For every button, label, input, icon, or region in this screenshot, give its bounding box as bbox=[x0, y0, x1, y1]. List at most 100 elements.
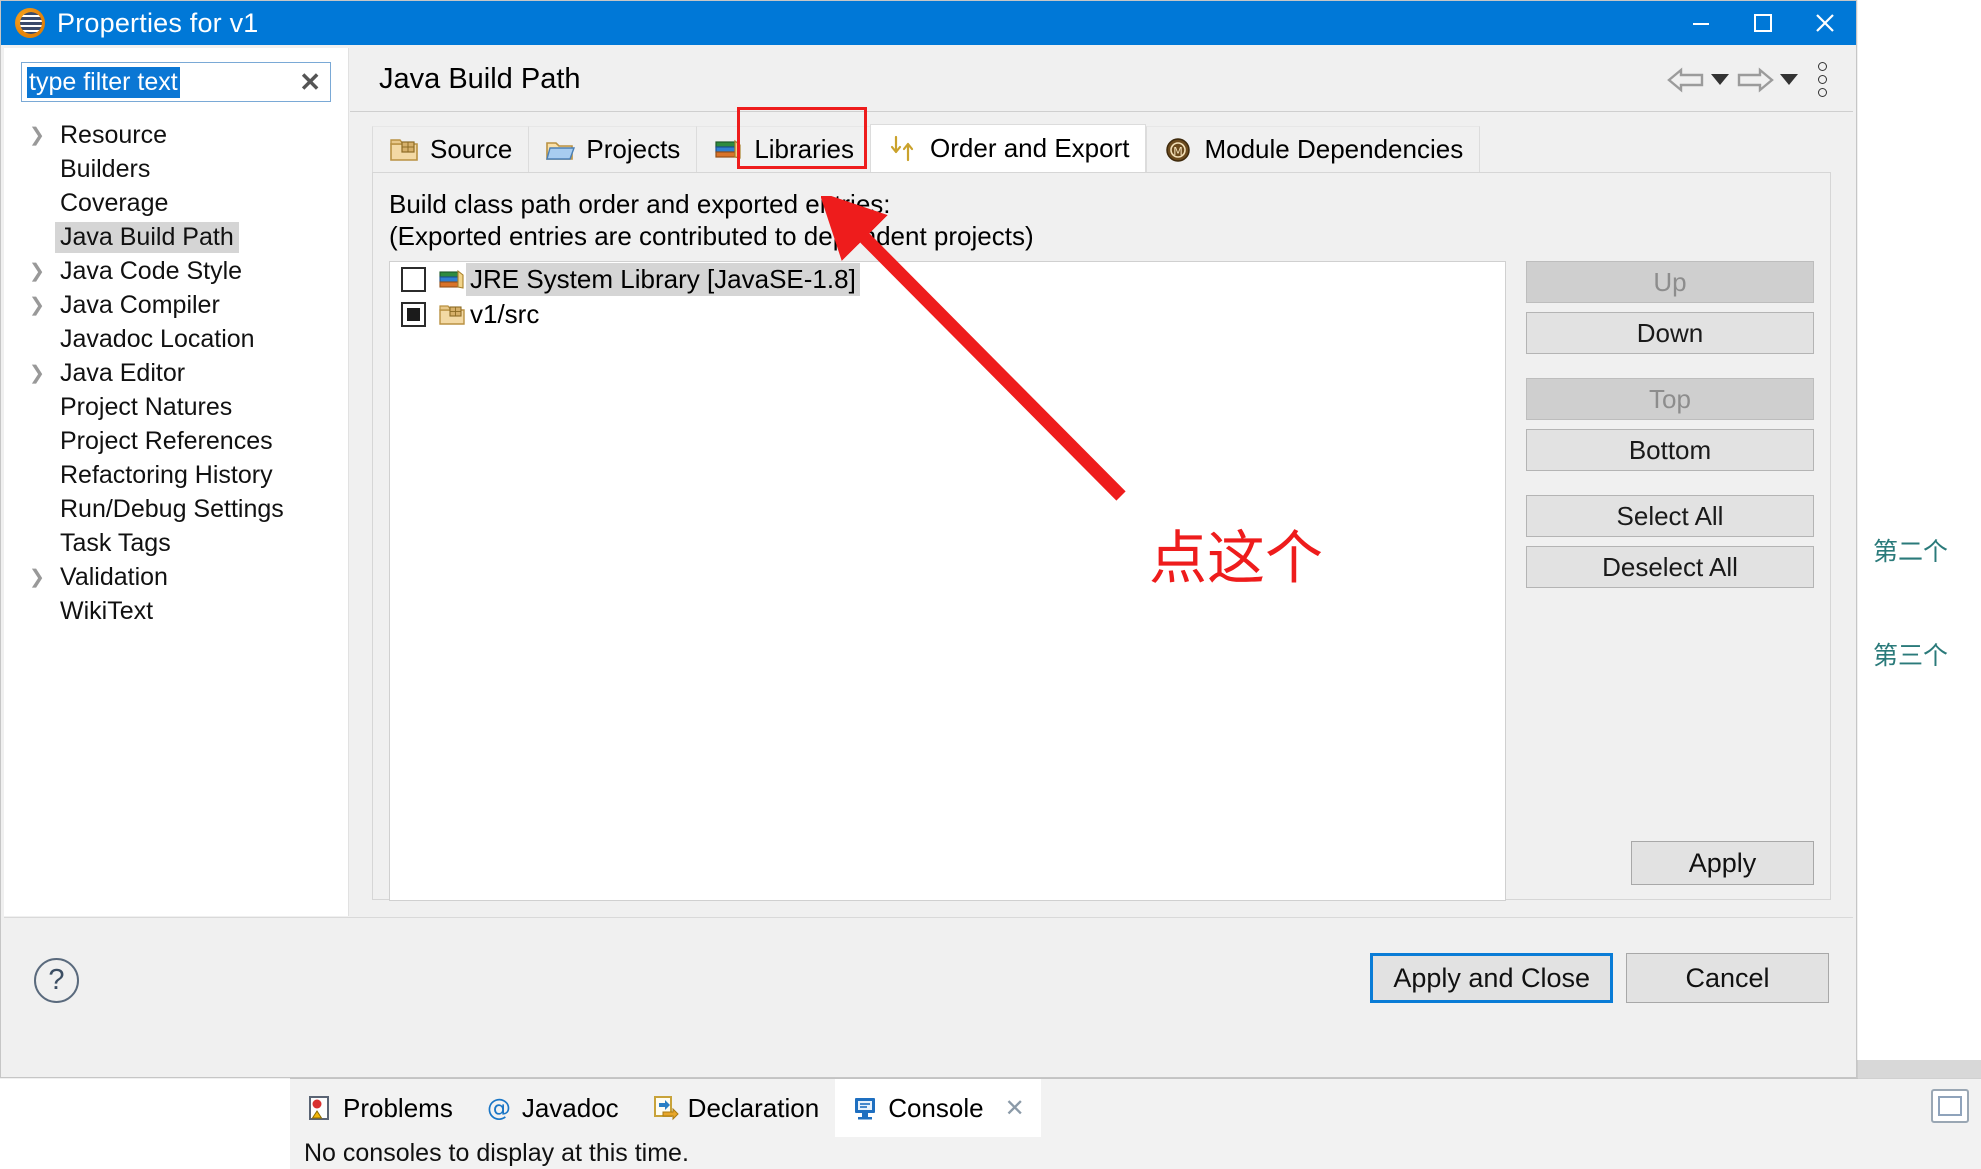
bottom-tab-problems[interactable]: Problems bbox=[290, 1079, 469, 1137]
chevron-right-icon: ❯ bbox=[29, 124, 55, 147]
tab-source[interactable]: Source bbox=[372, 126, 528, 172]
filter-input-wrapper[interactable]: type filter text ✕ bbox=[21, 62, 331, 102]
console-icon bbox=[851, 1094, 879, 1122]
apply-and-close-button[interactable]: Apply and Close bbox=[1370, 953, 1613, 1003]
bottom-tab-problems-label: Problems bbox=[343, 1093, 453, 1124]
sidebar-item-label: Builders bbox=[55, 154, 155, 185]
down-button[interactable]: Down bbox=[1526, 312, 1814, 354]
sidebar-item-java-code-style[interactable]: ❯ Java Code Style bbox=[4, 254, 348, 288]
sidebar-item-java-compiler[interactable]: ❯ Java Compiler bbox=[4, 288, 348, 322]
panel-description-line-1: Build class path order and exported entr… bbox=[389, 189, 891, 220]
search-input[interactable]: type filter text bbox=[27, 67, 180, 98]
tab-module-dependencies[interactable]: M Module Dependencies bbox=[1146, 126, 1480, 172]
clear-filter-icon[interactable]: ✕ bbox=[299, 67, 321, 98]
sidebar-item-label: Java Compiler bbox=[55, 290, 225, 321]
close-icon[interactable]: ✕ bbox=[1005, 1094, 1025, 1123]
declaration-icon bbox=[651, 1094, 679, 1122]
up-button[interactable]: Up bbox=[1526, 261, 1814, 303]
sidebar-item-coverage[interactable]: ❯ Coverage bbox=[4, 186, 348, 220]
background-editor-text: ，第二个 ，第三个 bbox=[1848, 500, 1981, 708]
bottom-button[interactable]: Bottom bbox=[1526, 429, 1814, 471]
bottom-tab-declaration[interactable]: Declaration bbox=[635, 1079, 836, 1137]
forward-button[interactable] bbox=[1735, 64, 1798, 96]
sidebar-item-wikitext[interactable]: ❯ WikiText bbox=[4, 594, 348, 628]
help-icon[interactable]: ? bbox=[34, 958, 79, 1003]
sidebar-item-javadoc-location[interactable]: ❯ Javadoc Location bbox=[4, 322, 348, 356]
background-editor-line-1: ，第二个 bbox=[1848, 500, 1981, 604]
eclipse-logo-icon bbox=[15, 8, 45, 38]
deselect-all-button[interactable]: Deselect All bbox=[1526, 546, 1814, 588]
bottom-tab-javadoc-label: Javadoc bbox=[522, 1093, 619, 1124]
bottom-tab-console-label: Console bbox=[888, 1093, 983, 1124]
sidebar-item-label: Task Tags bbox=[55, 528, 176, 559]
chevron-placeholder-icon: ❯ bbox=[29, 430, 55, 453]
sidebar-item-resource[interactable]: ❯ Resource bbox=[4, 118, 348, 152]
svg-text:@: @ bbox=[487, 1094, 511, 1122]
sidebar-item-java-build-path[interactable]: ❯ Java Build Path bbox=[4, 220, 348, 254]
tab-order-and-export[interactable]: Order and Export bbox=[870, 124, 1146, 172]
maximize-button[interactable] bbox=[1732, 1, 1794, 45]
bottom-tab-console[interactable]: Console ✕ bbox=[835, 1079, 1041, 1137]
chevron-placeholder-icon: ❯ bbox=[29, 464, 55, 487]
panel-description-line-2: (Exported entries are contributed to dep… bbox=[389, 221, 1034, 252]
apply-button[interactable]: Apply bbox=[1631, 841, 1814, 885]
sidebar-item-label: Project References bbox=[55, 426, 278, 457]
jre-library-icon bbox=[438, 267, 466, 293]
list-item[interactable]: JRE System Library [JavaSE-1.8] bbox=[390, 262, 1505, 297]
tab-libraries-label: Libraries bbox=[754, 134, 854, 165]
sidebar-item-label: Java Editor bbox=[55, 358, 190, 389]
order-and-export-panel: Build class path order and exported entr… bbox=[372, 172, 1831, 900]
chevron-down-icon[interactable] bbox=[1711, 74, 1729, 85]
sidebar-item-label: Javadoc Location bbox=[55, 324, 260, 355]
chevron-right-icon: ❯ bbox=[29, 362, 55, 385]
sidebar-item-project-natures[interactable]: ❯ Project Natures bbox=[4, 390, 348, 424]
bottom-view-stack: Problems @ Javadoc Decl bbox=[290, 1078, 1981, 1169]
new-console-view-icon[interactable] bbox=[1931, 1089, 1969, 1123]
close-button[interactable] bbox=[1794, 1, 1856, 45]
page-title: Java Build Path bbox=[379, 63, 581, 96]
top-button[interactable]: Top bbox=[1526, 378, 1814, 420]
sidebar-item-project-references[interactable]: ❯ Project References bbox=[4, 424, 348, 458]
sidebar-item-label: Java Build Path bbox=[55, 222, 239, 253]
dialog-footer: ? Apply and Close Cancel bbox=[4, 917, 1853, 1076]
sidebar-item-run-debug-settings[interactable]: ❯ Run/Debug Settings bbox=[4, 492, 348, 526]
bottom-view-tabrow: Problems @ Javadoc Decl bbox=[290, 1079, 1041, 1137]
sidebar-item-refactoring-history[interactable]: ❯ Refactoring History bbox=[4, 458, 348, 492]
tab-source-label: Source bbox=[430, 134, 512, 165]
sidebar-item-label: WikiText bbox=[55, 596, 158, 627]
minimize-button[interactable] bbox=[1670, 1, 1732, 45]
vertical-dots-icon[interactable] bbox=[1818, 62, 1827, 97]
order-export-arrows-icon bbox=[887, 134, 919, 164]
console-empty-message: No consoles to display at this time. bbox=[304, 1139, 1204, 1169]
select-all-button[interactable]: Select All bbox=[1526, 495, 1814, 537]
background-editor-line-2: ，第三个 bbox=[1848, 604, 1981, 708]
build-path-tabstrip: Source Projects bbox=[372, 124, 1480, 172]
sidebar-item-java-editor[interactable]: ❯ Java Editor bbox=[4, 356, 348, 390]
page-nav-toolbar bbox=[1666, 62, 1827, 97]
chevron-placeholder-icon: ❯ bbox=[29, 328, 55, 351]
entry-checkbox[interactable] bbox=[401, 267, 426, 292]
javadoc-at-icon: @ bbox=[485, 1094, 513, 1122]
back-button[interactable] bbox=[1666, 64, 1729, 96]
sidebar-item-task-tags[interactable]: ❯ Task Tags bbox=[4, 526, 348, 560]
classpath-entry-list[interactable]: JRE System Library [JavaSE-1.8] v1/src bbox=[389, 261, 1506, 901]
source-folder-icon bbox=[389, 136, 419, 164]
list-item[interactable]: v1/src bbox=[390, 297, 1505, 332]
libraries-books-icon bbox=[713, 136, 743, 164]
properties-page: Java Build Path bbox=[350, 48, 1853, 916]
order-buttons-group: Up Down Top Bottom Select All Deselect A… bbox=[1526, 261, 1814, 597]
chevron-placeholder-icon: ❯ bbox=[29, 158, 55, 181]
bottom-tab-declaration-label: Declaration bbox=[688, 1093, 820, 1124]
sidebar-item-label: Java Code Style bbox=[55, 256, 247, 287]
cancel-button[interactable]: Cancel bbox=[1626, 953, 1829, 1003]
tab-projects[interactable]: Projects bbox=[528, 126, 696, 172]
sidebar-item-builders[interactable]: ❯ Builders bbox=[4, 152, 348, 186]
bottom-tab-javadoc[interactable]: @ Javadoc bbox=[469, 1079, 635, 1137]
tab-libraries[interactable]: Libraries bbox=[696, 126, 870, 172]
sidebar-item-label: Resource bbox=[55, 120, 172, 151]
list-item-label: v1/src bbox=[466, 298, 543, 331]
chevron-down-icon[interactable] bbox=[1780, 74, 1798, 85]
sidebar-item-validation[interactable]: ❯ Validation bbox=[4, 560, 348, 594]
chevron-right-icon: ❯ bbox=[29, 260, 55, 283]
entry-checkbox[interactable] bbox=[401, 302, 426, 327]
